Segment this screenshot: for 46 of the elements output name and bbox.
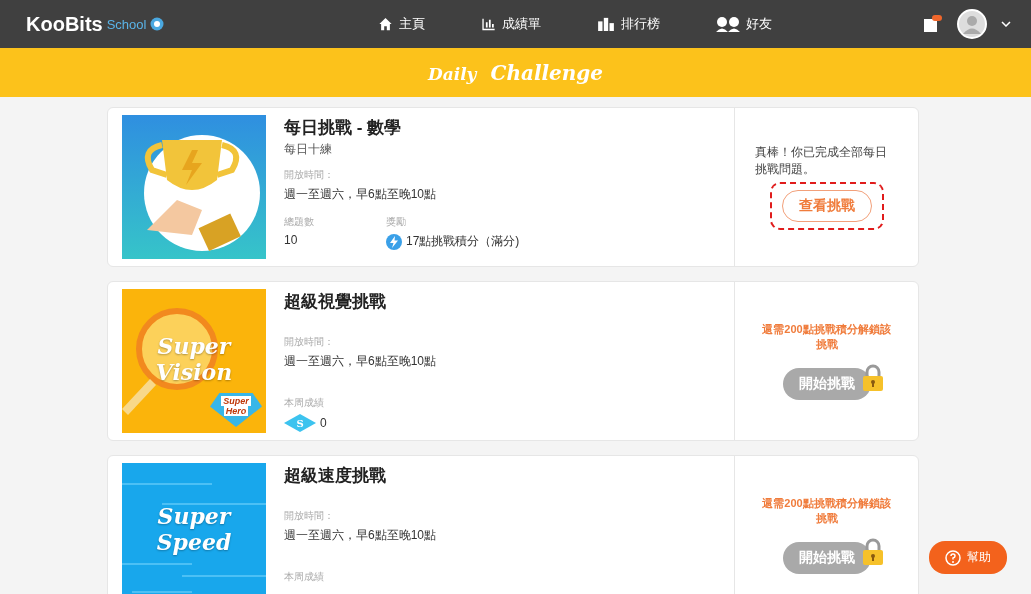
logo-subtitle: School (106, 16, 147, 32)
field-label: 開放時間： (284, 509, 335, 523)
lock-icon (860, 538, 885, 566)
field-label: 總題數 (284, 215, 314, 229)
open-time: 週一至週六，早6點至晚10點 (284, 527, 437, 544)
logo-text: KooBits (26, 12, 103, 36)
reward-points: 17點挑戰積分（滿分) (406, 233, 520, 250)
completion-message: 真棒！你已完成全部每日挑戰問題。 (755, 144, 888, 178)
caret-icon[interactable] (1001, 21, 1011, 27)
podium-icon (597, 17, 615, 31)
open-time: 週一至週六，早6點至晚10點 (284, 353, 437, 370)
lock-icon (860, 364, 885, 392)
field-label: 本周成績 (284, 396, 325, 410)
banner-title: Challenge (490, 60, 604, 85)
nav-link[interactable]: 好友 (716, 15, 772, 33)
globe-icon (150, 17, 165, 31)
challenge-title: 超級速度挑戰 (284, 465, 387, 487)
logo[interactable]: KooBits School (26, 12, 326, 36)
nav-link[interactable]: 主頁 (378, 15, 425, 33)
bar-chart-icon (481, 17, 496, 31)
score-value: 0 (320, 416, 327, 430)
field-label: 開放時間： (284, 335, 335, 349)
field-label: 開放時間： (284, 168, 335, 182)
notification-icon[interactable] (923, 14, 943, 34)
home-icon (378, 17, 393, 31)
field-label: 本周成績 (284, 570, 324, 584)
friends-icon (716, 16, 740, 32)
cover-title: Speed (156, 529, 232, 555)
cover-title: Vision (155, 359, 233, 385)
lightning-icon (386, 233, 402, 250)
banner-text: Daily (427, 63, 477, 84)
challenge-title: 超級視覺挑戰 (284, 291, 387, 313)
nav-link[interactable]: 排行榜 (597, 15, 660, 33)
cover-title: Super (157, 503, 231, 529)
unlock-message: 還需200點挑戰積分解鎖該挑戰 (761, 496, 892, 526)
challenge-title: 每日挑戰 - 數學 (284, 117, 403, 139)
open-time: 週一至週六，早6點至晚10點 (284, 186, 438, 203)
help-icon (945, 549, 961, 566)
nav-link[interactable]: 成績單 (481, 15, 541, 33)
avatar-icon[interactable] (957, 9, 987, 39)
unlock-message: 還需200點挑戰積分解鎖該挑戰 (761, 322, 892, 352)
question-count: 10 (284, 233, 299, 247)
field-label: 獎勵 (386, 215, 407, 229)
score-badge: S (284, 414, 316, 432)
challenge-subtitle: 每日十練 (284, 141, 333, 158)
cover-title: Super (157, 333, 231, 359)
